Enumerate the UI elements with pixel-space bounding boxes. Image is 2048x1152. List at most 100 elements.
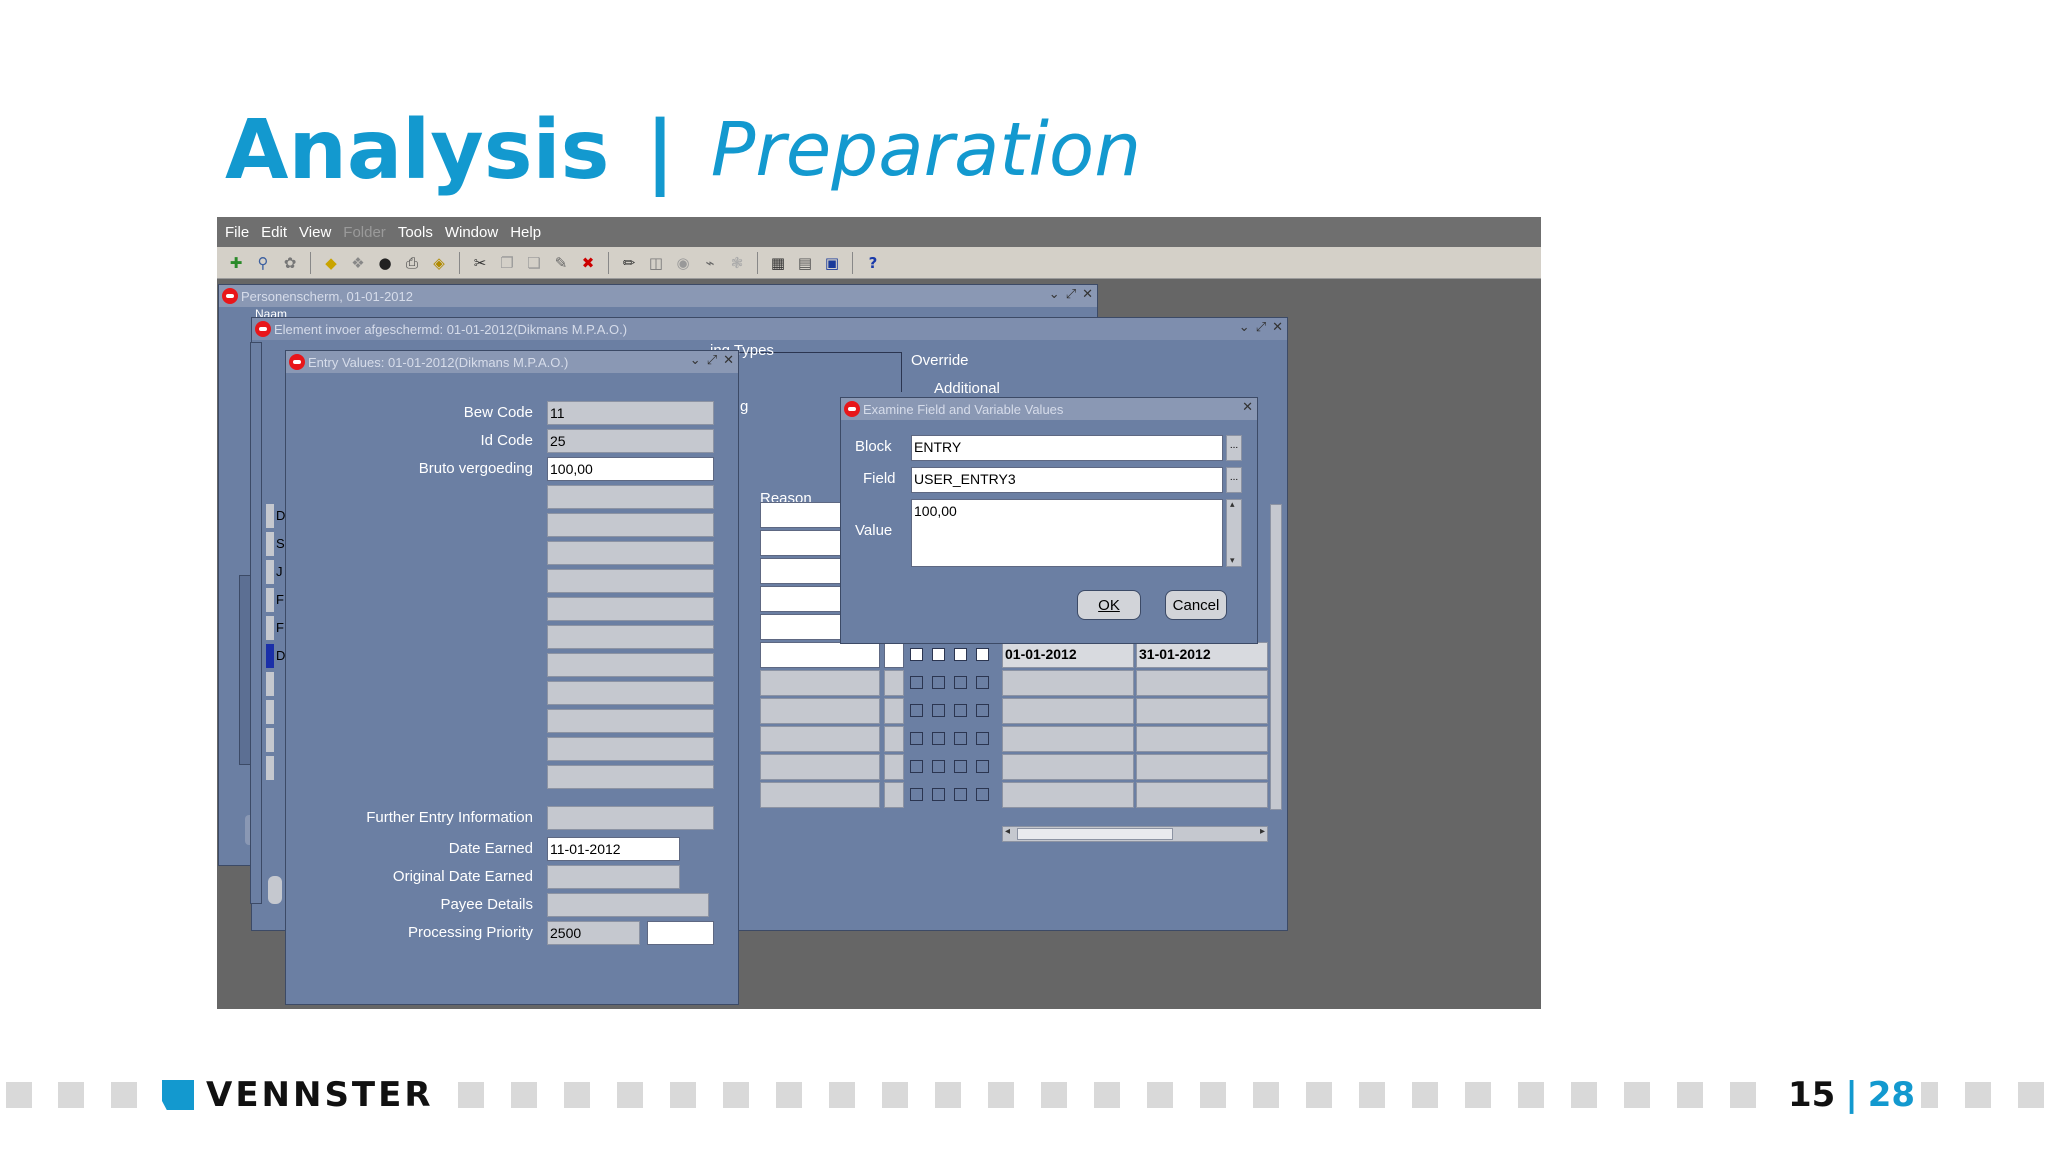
maximize-icon[interactable]: ⤢ <box>707 353 717 368</box>
row-checkbox[interactable] <box>932 648 945 661</box>
table-icon[interactable]: ▤ <box>794 252 816 274</box>
find-icon[interactable]: ⚲ <box>252 252 274 274</box>
attachments-icon[interactable]: ⌁ <box>699 252 721 274</box>
entry-value-field[interactable] <box>547 513 714 537</box>
entry-value-field[interactable] <box>547 569 714 593</box>
row-checkbox[interactable] <box>910 732 923 745</box>
close-icon[interactable]: ✕ <box>723 353 734 368</box>
effective-from-field[interactable] <box>1002 726 1134 752</box>
reason-field[interactable] <box>760 726 880 752</box>
flag-field[interactable] <box>884 698 904 724</box>
navigator-icon[interactable]: ✿ <box>279 252 301 274</box>
entry-value-field[interactable] <box>547 541 714 565</box>
row-checkbox[interactable] <box>954 704 967 717</box>
scroll-down-icon[interactable]: ▾ <box>1230 556 1235 566</box>
effective-to-field[interactable] <box>1136 698 1268 724</box>
print-icon[interactable]: ⎙ <box>401 252 423 274</box>
entry-value-field[interactable] <box>547 485 714 509</box>
cancel-button[interactable]: Cancel <box>1165 590 1227 620</box>
value-textarea[interactable]: 100,00 <box>911 499 1223 567</box>
edit-field-icon[interactable]: ✏ <box>618 252 640 274</box>
effective-to-field[interactable] <box>1136 726 1268 752</box>
entry-value-field[interactable] <box>547 737 714 761</box>
flag-field[interactable] <box>884 670 904 696</box>
menu-tools[interactable]: Tools <box>398 224 433 241</box>
row-checkbox[interactable] <box>976 760 989 773</box>
folder-tools-icon[interactable]: ❃ <box>726 252 748 274</box>
reason-field[interactable] <box>760 698 880 724</box>
minimize-icon[interactable]: ⌄ <box>1239 320 1250 335</box>
close-form-icon[interactable]: ◈ <box>428 252 450 274</box>
flag-field[interactable] <box>884 782 904 808</box>
new-record-icon[interactable]: ✚ <box>225 252 247 274</box>
bew-code-field[interactable]: 11 <box>547 401 714 425</box>
save-icon[interactable]: ◆ <box>320 252 342 274</box>
row-checkbox[interactable] <box>976 788 989 801</box>
value-scrollbar[interactable]: ▴ ▾ <box>1226 499 1242 567</box>
entry-value-field[interactable] <box>547 653 714 677</box>
block-field[interactable]: ENTRY <box>911 435 1223 461</box>
close-icon[interactable]: ✕ <box>1242 400 1253 415</box>
row-checkbox[interactable] <box>932 732 945 745</box>
row-checkbox[interactable] <box>932 760 945 773</box>
close-icon[interactable]: ✕ <box>1082 287 1093 302</box>
cut-icon[interactable]: ✂ <box>469 252 491 274</box>
flag-field[interactable] <box>884 726 904 752</box>
horizontal-scrollbar[interactable]: ◂ ▸ <box>1002 826 1268 842</box>
menu-view[interactable]: View <box>299 224 331 241</box>
row-checkbox[interactable] <box>954 648 967 661</box>
effective-to-field[interactable] <box>1136 754 1268 780</box>
effective-to-field[interactable]: 31-01-2012 <box>1136 642 1268 668</box>
row-checkbox[interactable] <box>910 676 923 689</box>
menu-edit[interactable]: Edit <box>261 224 287 241</box>
minimize-icon[interactable]: ⌄ <box>1049 287 1060 302</box>
field-field[interactable]: USER_ENTRY3 <box>911 467 1223 493</box>
original-date-earned-field[interactable] <box>547 865 680 889</box>
help-icon[interactable]: ? <box>862 252 884 274</box>
effective-from-field[interactable] <box>1002 754 1134 780</box>
row-checkbox[interactable] <box>976 732 989 745</box>
row-checkbox[interactable] <box>954 676 967 689</box>
maximize-icon[interactable]: ⤢ <box>1256 320 1266 335</box>
menu-file[interactable]: File <box>225 224 249 241</box>
effective-from-field[interactable] <box>1002 698 1134 724</box>
ok-button[interactable]: OK <box>1077 590 1141 620</box>
entry-value-field[interactable] <box>547 681 714 705</box>
entry-value-field[interactable] <box>547 709 714 733</box>
block-lov-button[interactable]: ... <box>1226 435 1242 461</box>
processing-priority-field[interactable]: 2500 <box>547 921 640 945</box>
maximize-icon[interactable]: ⤢ <box>1066 287 1076 302</box>
effective-from-field[interactable]: 01-01-2012 <box>1002 642 1134 668</box>
effective-to-field[interactable] <box>1136 782 1268 808</box>
switch-responsibility-icon[interactable]: ● <box>374 252 396 274</box>
row-checkbox[interactable] <box>910 648 923 661</box>
reason-field[interactable] <box>760 754 880 780</box>
payee-details-field[interactable] <box>547 893 709 917</box>
entry-value-field[interactable] <box>547 597 714 621</box>
reason-field[interactable] <box>760 670 880 696</box>
row-checkbox[interactable] <box>910 704 923 717</box>
row-checkbox[interactable] <box>954 732 967 745</box>
copy-icon[interactable]: ❐ <box>496 252 518 274</box>
row-checkbox[interactable] <box>910 760 923 773</box>
row-checkbox[interactable] <box>976 648 989 661</box>
flag-field[interactable] <box>884 754 904 780</box>
scroll-up-icon[interactable]: ▴ <box>1230 500 1235 510</box>
entry-value-field[interactable] <box>547 625 714 649</box>
menu-window[interactable]: Window <box>445 224 498 241</box>
reason-field[interactable] <box>760 782 880 808</box>
calendar-icon[interactable]: ▦ <box>767 252 789 274</box>
close-icon[interactable]: ✕ <box>1272 320 1283 335</box>
next-step-icon[interactable]: ❖ <box>347 252 369 274</box>
field-lov-button[interactable]: ... <box>1226 467 1242 493</box>
row-checkbox[interactable] <box>932 676 945 689</box>
date-earned-field[interactable]: 11-01-2012 <box>547 837 680 861</box>
row-checkbox[interactable] <box>910 788 923 801</box>
vertical-scrollbar[interactable] <box>1270 504 1282 810</box>
bruto-vergoeding-field[interactable]: 100,00 <box>547 457 714 481</box>
row-checkbox[interactable] <box>954 788 967 801</box>
menu-help[interactable]: Help <box>510 224 541 241</box>
id-code-field[interactable]: 25 <box>547 429 714 453</box>
row-checkbox[interactable] <box>976 676 989 689</box>
effective-to-field[interactable] <box>1136 670 1268 696</box>
